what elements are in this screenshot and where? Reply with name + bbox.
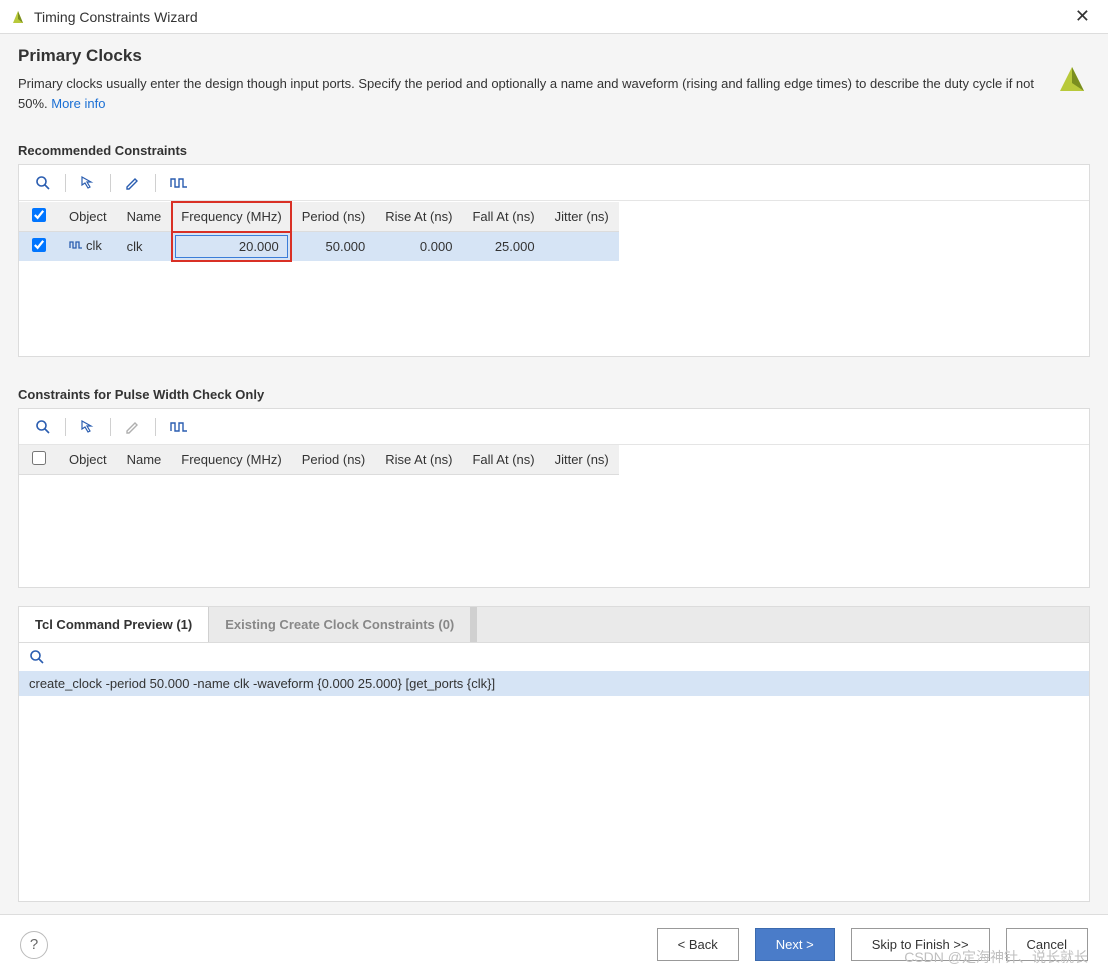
- next-button[interactable]: Next >: [755, 928, 835, 961]
- more-info-link[interactable]: More info: [51, 96, 105, 111]
- pulsewidth-section-title: Constraints for Pulse Width Check Only: [18, 387, 1090, 402]
- tcl-command-line[interactable]: create_clock -period 50.000 -name clk -w…: [19, 671, 1089, 696]
- pulsewidth-toolbar: [19, 409, 1089, 445]
- titlebar: Timing Constraints Wizard ✕: [0, 0, 1108, 34]
- col-jitter[interactable]: Jitter (ns): [545, 445, 619, 475]
- recommended-table: Object Name Frequency (MHz) Period (ns) …: [19, 201, 619, 262]
- recommended-panel: Object Name Frequency (MHz) Period (ns) …: [18, 164, 1090, 357]
- help-button[interactable]: ?: [20, 931, 48, 959]
- cell-fall-at[interactable]: 25.000: [462, 232, 544, 261]
- tabs-bar: Tcl Command Preview (1) Existing Create …: [18, 606, 1090, 642]
- col-rise-at[interactable]: Rise At (ns): [375, 202, 462, 232]
- window-title: Timing Constraints Wizard: [34, 9, 198, 25]
- col-fall-at[interactable]: Fall At (ns): [462, 445, 544, 475]
- footer: ? < Back Next > Skip to Finish >> Cancel: [0, 914, 1108, 974]
- table-header-row: Object Name Frequency (MHz) Period (ns) …: [19, 445, 619, 475]
- search-button[interactable]: [29, 649, 1079, 665]
- page-description: Primary clocks usually enter the design …: [18, 74, 1044, 113]
- col-name[interactable]: Name: [117, 202, 173, 232]
- vendor-logo: [1054, 61, 1090, 97]
- header: Primary Clocks Primary clocks usually en…: [18, 46, 1090, 113]
- toolbar-separator: [65, 418, 66, 436]
- col-rise-at[interactable]: Rise At (ns): [375, 445, 462, 475]
- tab-drag-separator[interactable]: [471, 607, 477, 642]
- cell-frequency[interactable]: 20.000: [172, 232, 290, 261]
- checkbox-header[interactable]: [19, 445, 59, 475]
- toolbar-separator: [155, 418, 156, 436]
- col-jitter[interactable]: Jitter (ns): [545, 202, 619, 232]
- cell-rise-at[interactable]: 0.000: [375, 232, 462, 261]
- edit-button: [117, 415, 149, 439]
- recommended-toolbar: [19, 165, 1089, 201]
- tab-body: create_clock -period 50.000 -name clk -w…: [18, 642, 1090, 902]
- cell-jitter[interactable]: [545, 232, 619, 261]
- pulsewidth-panel: Object Name Frequency (MHz) Period (ns) …: [18, 408, 1090, 588]
- search-button[interactable]: [27, 171, 59, 195]
- app-icon: [10, 9, 26, 25]
- main-area: Primary Clocks Primary clocks usually en…: [0, 34, 1108, 914]
- toolbar-separator: [110, 418, 111, 436]
- close-button[interactable]: ✕: [1067, 4, 1098, 29]
- table-row[interactable]: clk clk 20.000 50.000 0.000 25.000: [19, 232, 619, 261]
- col-object[interactable]: Object: [59, 202, 117, 232]
- toolbar-separator: [155, 174, 156, 192]
- col-frequency: Frequency (MHz): [172, 202, 290, 232]
- checkbox-header[interactable]: [19, 202, 59, 232]
- waveform-button[interactable]: [162, 416, 196, 438]
- recommended-constraints-section: Recommended Constraints: [18, 143, 1090, 357]
- tabs-container: Tcl Command Preview (1) Existing Create …: [18, 606, 1090, 902]
- col-object[interactable]: Object: [59, 445, 117, 475]
- select-all-checkbox[interactable]: [32, 451, 46, 465]
- table-header-row: Object Name Frequency (MHz) Period (ns) …: [19, 202, 619, 232]
- description-text: Primary clocks usually enter the design …: [18, 76, 1034, 111]
- back-button[interactable]: < Back: [657, 928, 739, 961]
- cell-object[interactable]: clk: [59, 232, 117, 261]
- col-period[interactable]: Period (ns): [292, 445, 376, 475]
- cell-period[interactable]: 50.000: [291, 232, 376, 261]
- edit-button[interactable]: [117, 171, 149, 195]
- pulsewidth-table: Object Name Frequency (MHz) Period (ns) …: [19, 445, 619, 475]
- col-frequency[interactable]: Frequency (MHz): [171, 445, 291, 475]
- col-name[interactable]: Name: [117, 445, 172, 475]
- clock-icon: [69, 239, 83, 254]
- row-checkbox[interactable]: [32, 238, 46, 252]
- toolbar-separator: [65, 174, 66, 192]
- page-title: Primary Clocks: [18, 46, 1044, 66]
- select-all-checkbox[interactable]: [32, 208, 46, 222]
- skip-to-finish-button[interactable]: Skip to Finish >>: [851, 928, 990, 961]
- tab-tcl-preview[interactable]: Tcl Command Preview (1): [19, 607, 209, 642]
- cancel-button[interactable]: Cancel: [1006, 928, 1088, 961]
- preview-toolbar: [19, 643, 1089, 671]
- waveform-button[interactable]: [162, 172, 196, 194]
- tab-existing-constraints[interactable]: Existing Create Clock Constraints (0): [209, 607, 471, 642]
- col-period[interactable]: Period (ns): [291, 202, 376, 232]
- search-button[interactable]: [27, 415, 59, 439]
- recommended-section-title: Recommended Constraints: [18, 143, 1090, 158]
- cell-name[interactable]: clk: [117, 232, 173, 261]
- pulsewidth-constraints-section: Constraints for Pulse Width Check Only: [18, 387, 1090, 588]
- select-button[interactable]: [72, 415, 104, 439]
- col-fall-at[interactable]: Fall At (ns): [462, 202, 544, 232]
- toolbar-separator: [110, 174, 111, 192]
- select-button[interactable]: [72, 171, 104, 195]
